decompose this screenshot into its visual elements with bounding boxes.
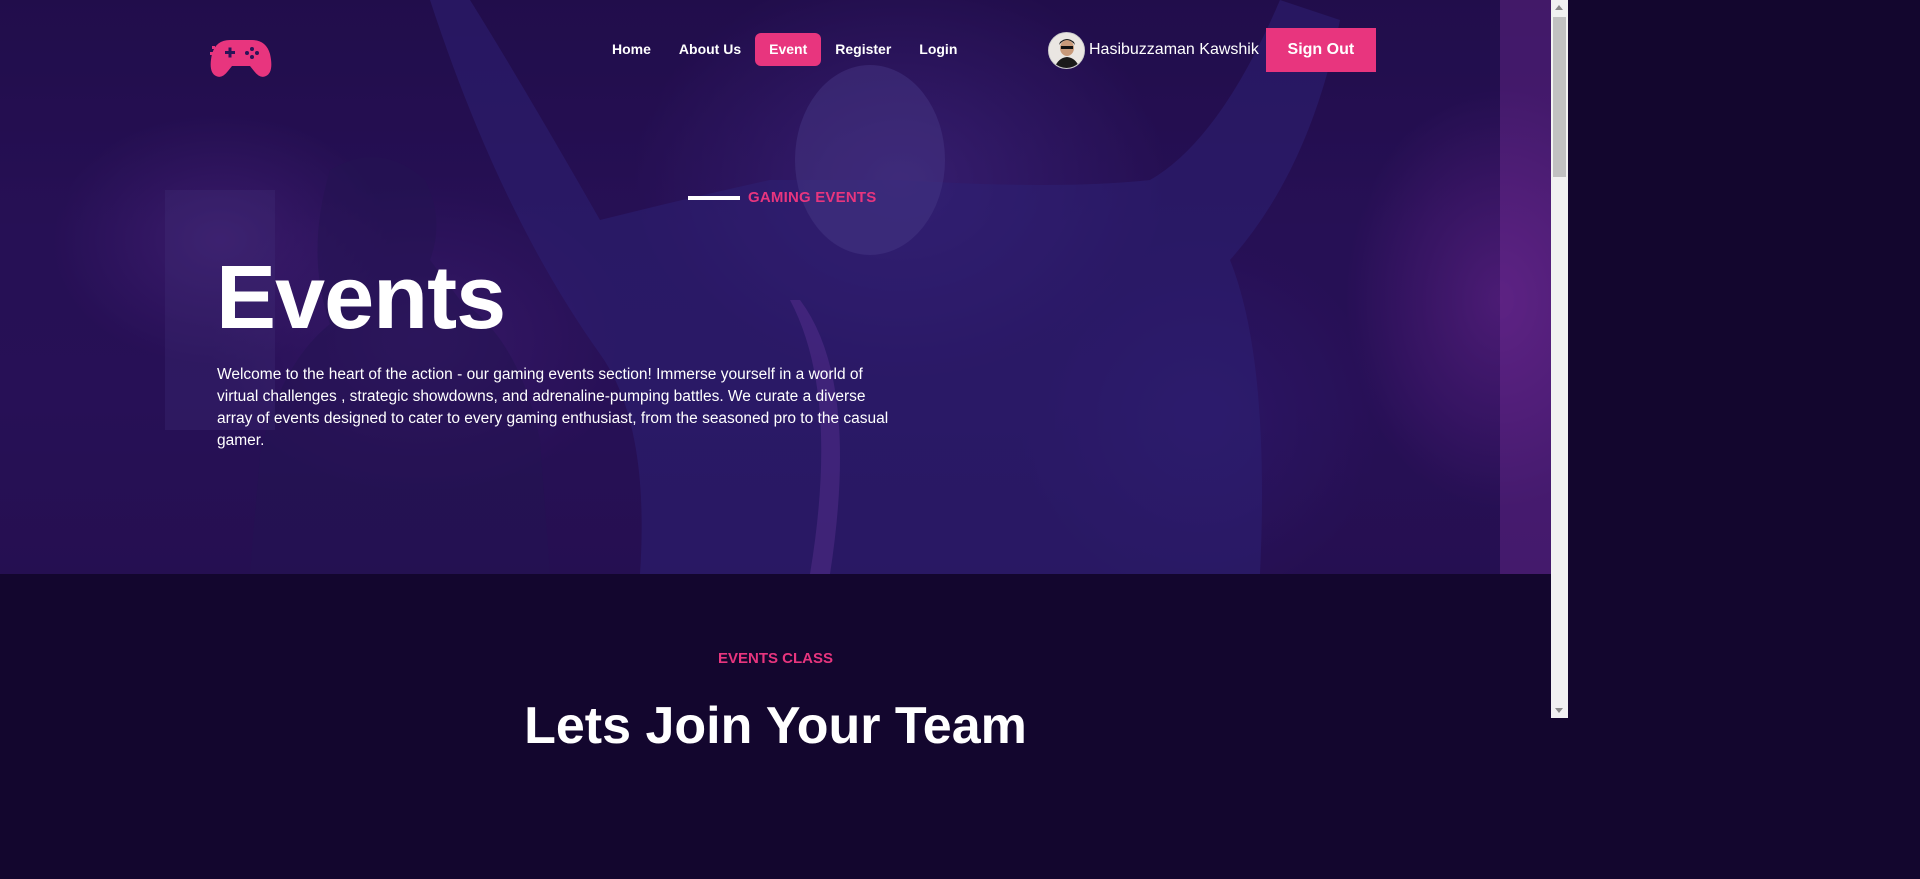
nav-home[interactable]: Home	[598, 33, 665, 66]
hero-eyebrow-text: GAMING EVENTS	[748, 189, 877, 206]
scroll-thumb[interactable]	[1553, 17, 1566, 177]
section-title: Lets Join Your Team	[524, 697, 1027, 755]
navbar: Home About Us Event Register Login Hasib…	[0, 0, 1551, 100]
sign-out-button[interactable]: Sign Out	[1265, 28, 1376, 72]
hero-eyebrow: GAMING EVENTS	[688, 189, 876, 206]
section-eyebrow: EVENTS CLASS	[717, 650, 834, 667]
nav-event[interactable]: Event	[755, 33, 822, 66]
page-title: Events	[216, 248, 506, 348]
nav-login[interactable]: Login	[905, 33, 971, 66]
hero-section: Home About Us Event Register Login Hasib…	[0, 0, 1551, 574]
user-photo-icon	[1049, 32, 1084, 68]
user-area: Hasibuzzaman Kawshik Sign Out	[1048, 28, 1376, 72]
hero-description: Welcome to the heart of the action - our…	[217, 366, 889, 449]
gamepad-icon[interactable]	[210, 36, 272, 78]
eyebrow-divider	[688, 195, 740, 200]
user-name: Hasibuzzaman Kawshik	[1089, 41, 1259, 58]
page-scrollbar[interactable]	[1551, 0, 1568, 718]
nav-about-us[interactable]: About Us	[665, 33, 755, 66]
nav-register[interactable]: Register	[821, 33, 905, 66]
main-nav: Home About Us Event Register Login	[598, 33, 971, 66]
avatar[interactable]	[1048, 31, 1085, 69]
scroll-up-icon[interactable]	[1555, 5, 1563, 10]
scroll-down-icon[interactable]	[1555, 708, 1563, 713]
